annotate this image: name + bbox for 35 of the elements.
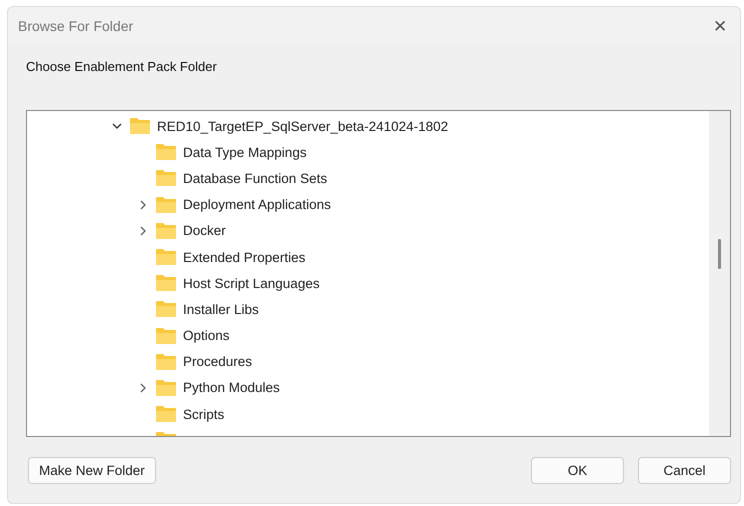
folder-label[interactable]: Extended Properties bbox=[183, 250, 306, 265]
close-button[interactable]: ✕ bbox=[700, 7, 740, 45]
scrollbar[interactable] bbox=[709, 111, 730, 436]
folder-label[interactable]: Options bbox=[183, 328, 230, 344]
chevron-icon[interactable] bbox=[138, 382, 148, 393]
folder-label[interactable]: Deployment Applications bbox=[183, 197, 331, 212]
folder-icon bbox=[155, 326, 177, 345]
folder-icon bbox=[155, 196, 177, 214]
folder-icon bbox=[155, 143, 177, 162]
folder-label[interactable]: Docker bbox=[183, 223, 226, 238]
folder-icon bbox=[129, 117, 151, 136]
dialog-button[interactable]: Cancel bbox=[638, 457, 731, 484]
chevron-icon[interactable] bbox=[138, 226, 148, 236]
dialog-button[interactable]: OK bbox=[531, 457, 624, 484]
folder-label[interactable]: Python Modules bbox=[183, 380, 280, 396]
folder-label[interactable]: Data Type Mappings bbox=[183, 144, 307, 160]
folder-label[interactable]: Host Script Languages bbox=[183, 276, 320, 291]
chevron-icon[interactable] bbox=[112, 121, 122, 132]
window-title: Browse For Folder bbox=[18, 18, 134, 34]
folder-icon bbox=[155, 169, 177, 188]
folder-icon bbox=[155, 222, 177, 240]
folder-icon bbox=[155, 352, 177, 371]
folder-label[interactable]: Database Function Sets bbox=[183, 170, 328, 186]
chevron-icon[interactable] bbox=[138, 200, 148, 210]
folder-label[interactable]: Procedures bbox=[183, 354, 252, 370]
prompt-text: Choose Enablement Pack Folder bbox=[26, 59, 217, 74]
dialog-button[interactable]: Make New Folder bbox=[28, 457, 156, 484]
folder-label[interactable]: Scripts bbox=[183, 406, 224, 422]
folder-icon bbox=[155, 248, 177, 266]
folder-icon bbox=[155, 405, 177, 424]
folder-icon bbox=[155, 300, 177, 318]
folder-icon bbox=[155, 274, 177, 292]
folder-label[interactable]: RED10_TargetEP_SqlServer_beta-241024-1802 bbox=[157, 118, 448, 134]
folder-icon bbox=[155, 378, 177, 397]
folder-label[interactable]: Installer Libs bbox=[183, 302, 259, 317]
